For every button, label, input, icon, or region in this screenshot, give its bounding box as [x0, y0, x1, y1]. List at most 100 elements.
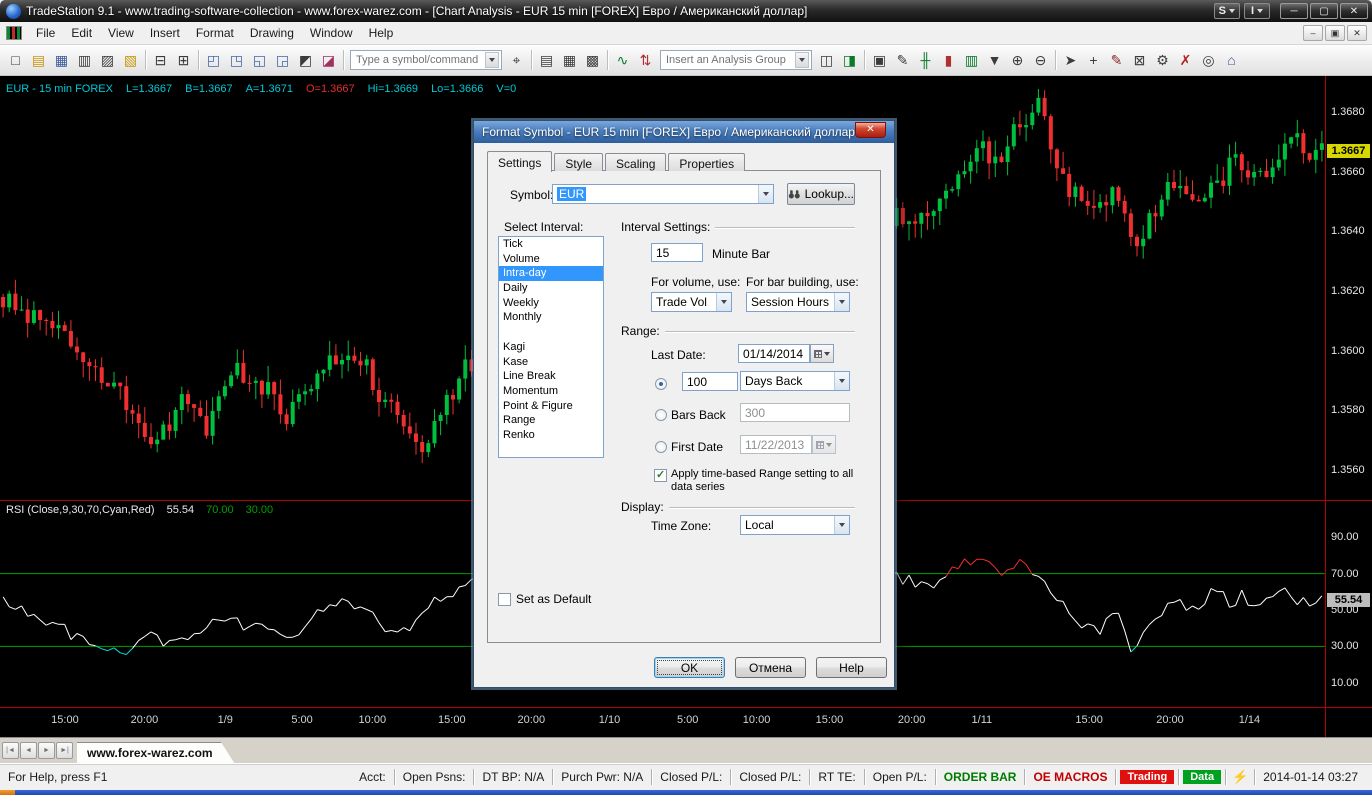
- insert-symbol-icon[interactable]: ◫: [815, 49, 838, 72]
- interval-option-daily[interactable]: Daily: [499, 281, 603, 296]
- market-depth-icon[interactable]: ▥: [960, 49, 983, 72]
- interval-option-weekly[interactable]: Weekly: [499, 296, 603, 311]
- dialog-tab-style[interactable]: Style: [554, 153, 603, 171]
- dialog-tab-settings[interactable]: Settings: [487, 151, 552, 172]
- strategy-orders-icon[interactable]: ⇅: [634, 49, 657, 72]
- interval-option-intra-day[interactable]: Intra-day: [499, 266, 603, 281]
- open-folder-icon[interactable]: ▧: [119, 49, 142, 72]
- new-workspace-icon[interactable]: □: [4, 49, 27, 72]
- mdi-restore-button[interactable]: ▣: [1325, 25, 1345, 41]
- interval-value-input[interactable]: 15: [651, 243, 703, 262]
- interval-option-point-figure[interactable]: Point & Figure: [499, 399, 603, 414]
- snapshot-icon[interactable]: ◎: [1197, 49, 1220, 72]
- quick-button-s[interactable]: S: [1214, 3, 1240, 19]
- lock-workspace-icon[interactable]: ◩: [294, 49, 317, 72]
- maximize-window-icon[interactable]: ◲: [271, 49, 294, 72]
- zoom-in-icon[interactable]: ⊕: [1006, 49, 1029, 72]
- maximize-button[interactable]: ▢: [1310, 3, 1338, 19]
- format-study-icon[interactable]: ✎: [891, 49, 914, 72]
- workspace-nav-1[interactable]: ◄: [20, 742, 37, 759]
- symbol-combo-arrow-icon[interactable]: [485, 52, 499, 68]
- ok-button[interactable]: OK: [654, 657, 725, 678]
- lookup-button[interactable]: Lookup...: [787, 183, 855, 205]
- last-date-picker-button[interactable]: [810, 344, 834, 363]
- interval-option-blank[interactable]: [499, 325, 603, 340]
- quote-window-icon[interactable]: ▤: [535, 49, 558, 72]
- first-date-radio[interactable]: [655, 441, 667, 453]
- volume-combo-arrow-icon[interactable]: [716, 293, 731, 311]
- menu-drawing[interactable]: Drawing: [242, 23, 302, 43]
- days-back-input[interactable]: 100: [682, 372, 738, 391]
- drawing-tool-icon[interactable]: ✎: [1105, 49, 1128, 72]
- menu-file[interactable]: File: [28, 23, 63, 43]
- open-workspace-icon[interactable]: ▤: [27, 49, 50, 72]
- interval-option-kase[interactable]: Kase: [499, 355, 603, 370]
- tile-vertical-icon[interactable]: ◳: [225, 49, 248, 72]
- cancel-button[interactable]: Отмена: [735, 657, 806, 678]
- menu-help[interactable]: Help: [361, 23, 402, 43]
- first-date-input[interactable]: 11/22/2013: [740, 435, 812, 454]
- days-back-radio[interactable]: [655, 378, 667, 390]
- interval-listbox[interactable]: TickVolumeIntra-dayDailyWeeklyMonthlyKag…: [498, 236, 604, 458]
- interval-option-range[interactable]: Range: [499, 413, 603, 428]
- interval-option-line-break[interactable]: Line Break: [499, 369, 603, 384]
- menu-window[interactable]: Window: [302, 23, 361, 43]
- format-colors-icon[interactable]: ◪: [317, 49, 340, 72]
- pointer-tool-icon[interactable]: ➤: [1059, 49, 1082, 72]
- symbol-command-combo[interactable]: Type a symbol/command: [350, 50, 502, 70]
- workspace-nav-3[interactable]: ►|: [56, 742, 73, 759]
- help-button[interactable]: Help: [816, 657, 887, 678]
- zoom-out-icon[interactable]: ⊖: [1029, 49, 1052, 72]
- workspace-tab[interactable]: www.forex-warez.com: [77, 742, 235, 764]
- data-window-icon[interactable]: ▩: [581, 49, 604, 72]
- range-unit-combo-arrow-icon[interactable]: [834, 372, 849, 390]
- titlebar[interactable]: TradeStation 9.1 - www.trading-software-…: [0, 0, 1372, 22]
- quick-button-i[interactable]: I: [1244, 3, 1270, 19]
- range-unit-combobox[interactable]: Days Back: [740, 371, 850, 391]
- insert-analysis-combo[interactable]: Insert an Analysis Group: [660, 50, 812, 70]
- interval-option-volume[interactable]: Volume: [499, 252, 603, 267]
- bars-back-input[interactable]: 300: [740, 403, 850, 422]
- workspace-nav-0[interactable]: |◄: [2, 742, 19, 759]
- bar-building-combobox[interactable]: Session Hours: [746, 292, 850, 312]
- apply-range-checkbox[interactable]: [654, 469, 667, 482]
- time-axis[interactable]: 15:0020:001/95:0010:0015:0020:001/105:00…: [0, 712, 1372, 732]
- bar-type-ohlc-icon[interactable]: ╫: [914, 49, 937, 72]
- mdi-close-button[interactable]: ✕: [1347, 25, 1367, 41]
- paste-window-icon[interactable]: ▨: [96, 49, 119, 72]
- menu-insert[interactable]: Insert: [142, 23, 188, 43]
- bar-style-dropdown-icon[interactable]: ▼: [983, 49, 1006, 72]
- time-zone-combobox[interactable]: Local: [740, 515, 850, 535]
- price-axis[interactable]: 1.36801.36601.36401.36201.36001.35801.35…: [1326, 76, 1372, 737]
- symbol-lookup-icon[interactable]: ⌖: [505, 49, 528, 72]
- insert-study-icon[interactable]: ◨: [838, 49, 861, 72]
- bars-back-radio[interactable]: [655, 409, 667, 421]
- delete-object-icon[interactable]: ✗: [1174, 49, 1197, 72]
- copy-window-icon[interactable]: ▥: [73, 49, 96, 72]
- menu-format[interactable]: Format: [188, 23, 242, 43]
- dialog-close-button[interactable]: ✕: [855, 122, 886, 138]
- interval-option-renko[interactable]: Renko: [499, 428, 603, 443]
- settings-icon[interactable]: ⚙: [1151, 49, 1174, 72]
- tile-horizontal-icon[interactable]: ◰: [202, 49, 225, 72]
- bar-building-combo-arrow-icon[interactable]: [834, 293, 849, 311]
- dialog-titlebar[interactable]: Format Symbol - EUR 15 min [FOREX] Евро …: [474, 121, 894, 143]
- matrix-window-icon[interactable]: ▦: [558, 49, 581, 72]
- close-button[interactable]: ✕: [1340, 3, 1368, 19]
- mdi-minimize-button[interactable]: –: [1303, 25, 1323, 41]
- chart-analysis-icon[interactable]: ∿: [611, 49, 634, 72]
- workspace-nav-2[interactable]: ►: [38, 742, 55, 759]
- first-date-picker-button[interactable]: [812, 435, 836, 454]
- tradestation-network-icon[interactable]: ⌂: [1220, 49, 1243, 72]
- dialog-tab-properties[interactable]: Properties: [668, 153, 745, 171]
- menu-view[interactable]: View: [100, 23, 142, 43]
- print-icon[interactable]: ⊟: [149, 49, 172, 72]
- analysis-combo-arrow-icon[interactable]: [795, 52, 809, 68]
- minimize-button[interactable]: ─: [1280, 3, 1308, 19]
- save-workspace-icon[interactable]: ▦: [50, 49, 73, 72]
- symbol-combobox[interactable]: EUR: [552, 184, 774, 204]
- menu-edit[interactable]: Edit: [63, 23, 100, 43]
- set-as-default-checkbox[interactable]: [498, 593, 511, 606]
- interval-option-monthly[interactable]: Monthly: [499, 310, 603, 325]
- interval-option-kagi[interactable]: Kagi: [499, 340, 603, 355]
